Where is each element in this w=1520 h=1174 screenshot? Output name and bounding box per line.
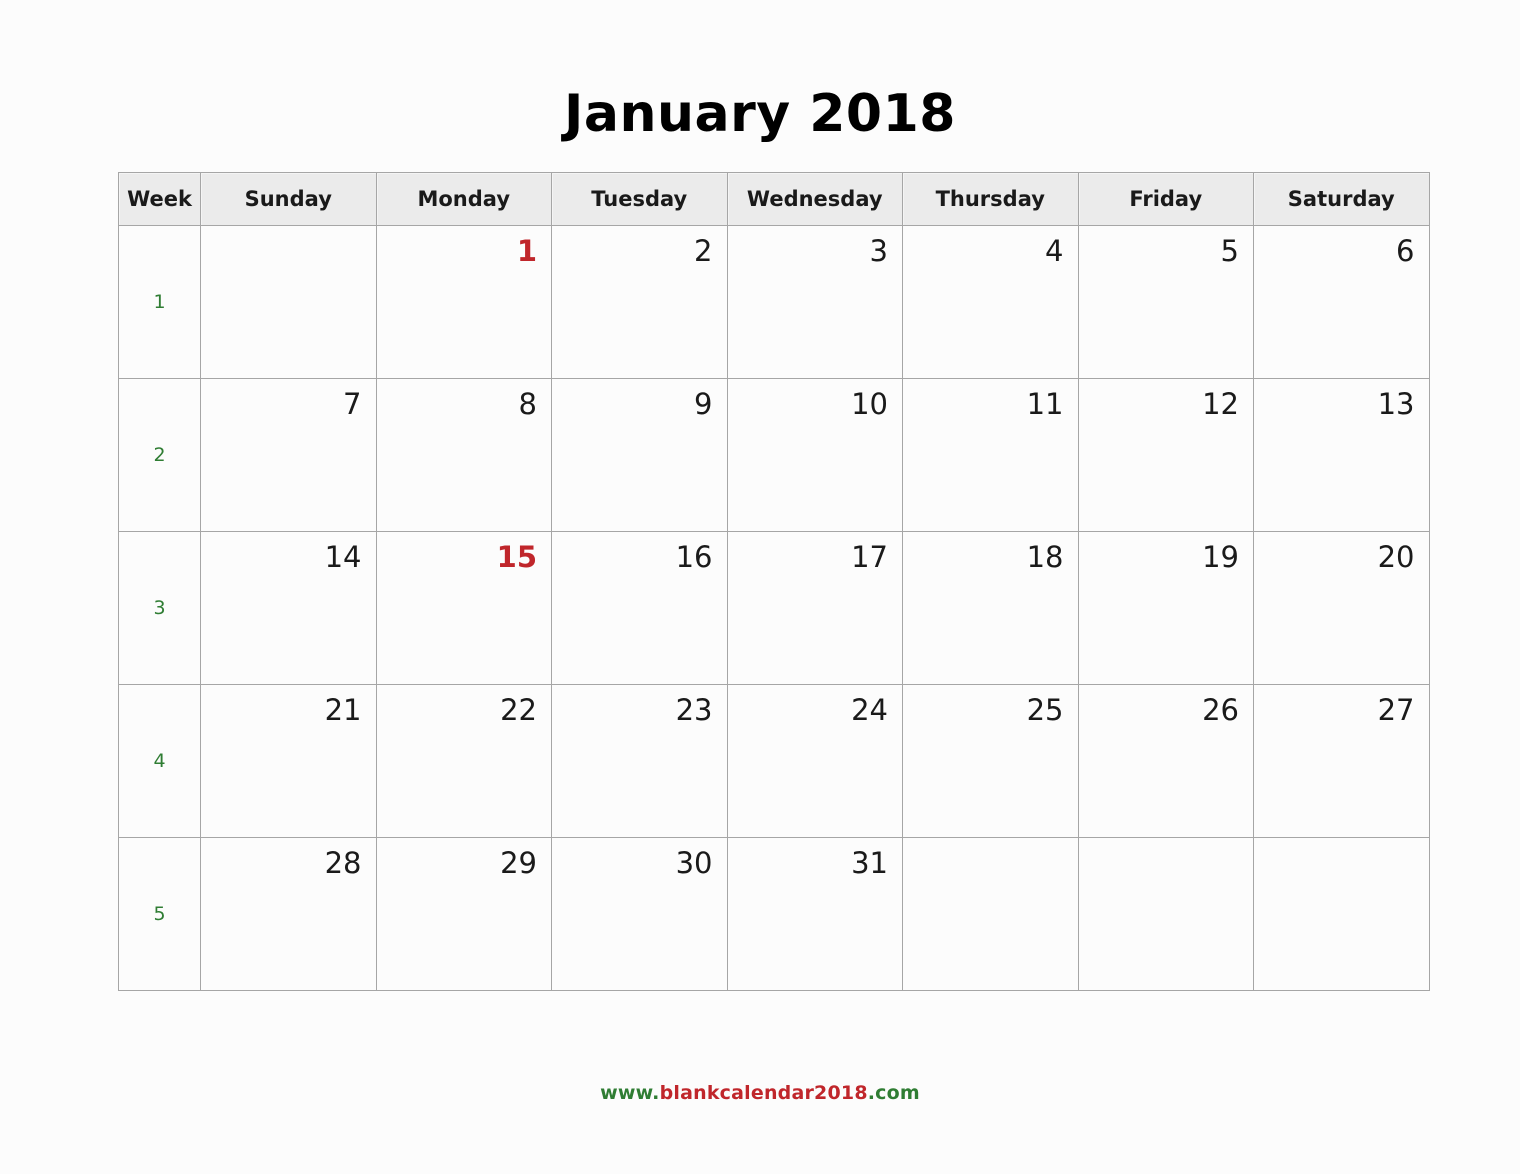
calendar-table: Week Sunday Monday Tuesday Wednesday Thu… [118, 172, 1430, 991]
calendar-page: January 2018 Week Sunday Monday Tuesday [0, 0, 1520, 1174]
day-number: 8 [518, 387, 537, 421]
week-row: 1 1 2 3 4 5 6 [118, 225, 1430, 379]
day-cell[interactable] [200, 225, 377, 379]
column-header-sunday: Sunday [200, 172, 377, 226]
week-row: 5 28 29 30 31 [118, 837, 1430, 991]
day-cell[interactable]: 15 [375, 531, 552, 685]
week-number: 5 [118, 837, 201, 991]
day-cell[interactable]: 8 [375, 378, 552, 532]
day-number [903, 838, 1078, 846]
day-cell[interactable]: 19 [1077, 531, 1254, 685]
day-number: 2 [694, 234, 713, 268]
day-number: 18 [1026, 540, 1064, 574]
day-number: 20 [1377, 540, 1415, 574]
day-cell[interactable]: 23 [551, 684, 728, 838]
page-title: January 2018 [564, 84, 956, 144]
week-row: 4 21 22 23 24 25 26 27 [118, 684, 1430, 838]
calendar-container: Week Sunday Monday Tuesday Wednesday Thu… [118, 172, 1430, 991]
day-cell[interactable]: 24 [726, 684, 903, 838]
week-row: 3 14 15 16 17 18 19 20 [118, 531, 1430, 685]
week-number: 4 [118, 684, 201, 838]
day-cell[interactable]: 21 [200, 684, 377, 838]
day-number: 27 [1377, 693, 1415, 727]
day-number: 23 [675, 693, 713, 727]
day-number: 3 [869, 234, 888, 268]
week-row: 2 7 8 9 10 11 12 13 [118, 378, 1430, 532]
day-number: 24 [851, 693, 888, 727]
day-number: 9 [694, 387, 713, 421]
day-cell[interactable]: 20 [1253, 531, 1430, 685]
day-number: 15 [496, 540, 537, 574]
day-cell[interactable]: 5 [1077, 225, 1254, 379]
day-cell[interactable]: 13 [1253, 378, 1430, 532]
day-cell[interactable]: 1 [375, 225, 552, 379]
footer-segment-www: www. [600, 1082, 660, 1104]
day-number: 12 [1202, 387, 1239, 421]
day-cell[interactable]: 29 [375, 837, 552, 991]
column-header-week: Week [118, 172, 201, 226]
week-number: 2 [118, 378, 201, 532]
day-number: 30 [675, 846, 713, 880]
calendar-header: Week Sunday Monday Tuesday Wednesday Thu… [118, 172, 1430, 226]
day-cell[interactable]: 14 [200, 531, 377, 685]
day-number [1079, 838, 1254, 846]
day-cell[interactable]: 11 [902, 378, 1079, 532]
day-number: 19 [1202, 540, 1239, 574]
day-cell[interactable]: 3 [726, 225, 903, 379]
column-header-tuesday: Tuesday [551, 172, 728, 226]
footer-segment-domain: blankcalendar2018 [659, 1082, 868, 1104]
day-cell[interactable] [1253, 837, 1430, 991]
column-header-friday: Friday [1077, 172, 1254, 226]
day-cell[interactable]: 17 [726, 531, 903, 685]
day-cell[interactable]: 4 [902, 225, 1079, 379]
day-cell[interactable]: 9 [551, 378, 728, 532]
day-cell[interactable]: 7 [200, 378, 377, 532]
column-header-saturday: Saturday [1253, 172, 1430, 226]
day-number: 7 [343, 387, 362, 421]
day-cell[interactable]: 31 [726, 837, 903, 991]
day-cell[interactable]: 6 [1253, 225, 1430, 379]
column-header-monday: Monday [375, 172, 552, 226]
day-cell[interactable]: 28 [200, 837, 377, 991]
day-number: 29 [500, 846, 537, 880]
day-cell[interactable]: 12 [1077, 378, 1254, 532]
day-number [201, 226, 376, 234]
header-row: Week Sunday Monday Tuesday Wednesday Thu… [118, 172, 1430, 226]
day-number: 14 [324, 540, 362, 574]
day-number: 13 [1377, 387, 1415, 421]
day-number: 11 [1026, 387, 1064, 421]
day-number: 16 [675, 540, 713, 574]
day-number: 25 [1026, 693, 1064, 727]
day-cell[interactable]: 26 [1077, 684, 1254, 838]
day-cell[interactable] [902, 837, 1079, 991]
day-cell[interactable]: 16 [551, 531, 728, 685]
day-number: 28 [324, 846, 362, 880]
day-number: 17 [851, 540, 888, 574]
day-number: 26 [1202, 693, 1239, 727]
day-cell[interactable] [1077, 837, 1254, 991]
day-number: 1 [516, 234, 537, 268]
day-cell[interactable]: 22 [375, 684, 552, 838]
footer-segment-tld: .com [867, 1082, 920, 1104]
day-number: 21 [324, 693, 362, 727]
day-cell[interactable]: 30 [551, 837, 728, 991]
day-number [1254, 838, 1429, 846]
day-cell[interactable]: 25 [902, 684, 1079, 838]
column-header-thursday: Thursday [902, 172, 1079, 226]
day-number: 6 [1396, 234, 1415, 268]
day-cell[interactable]: 10 [726, 378, 903, 532]
week-number: 1 [118, 225, 201, 379]
day-cell[interactable]: 27 [1253, 684, 1430, 838]
week-number: 3 [118, 531, 201, 685]
day-number: 31 [851, 846, 888, 880]
column-header-wednesday: Wednesday [726, 172, 903, 226]
footer-website-link[interactable]: www.blankcalendar2018.com [0, 1082, 1520, 1104]
day-cell[interactable]: 18 [902, 531, 1079, 685]
day-cell[interactable]: 2 [551, 225, 728, 379]
day-number: 10 [851, 387, 888, 421]
calendar-body: 1 1 2 3 4 5 6 2 7 8 9 10 11 12 13 3 14 1… [118, 225, 1430, 991]
day-number: 4 [1045, 234, 1064, 268]
day-number: 22 [500, 693, 537, 727]
day-number: 5 [1220, 234, 1239, 268]
